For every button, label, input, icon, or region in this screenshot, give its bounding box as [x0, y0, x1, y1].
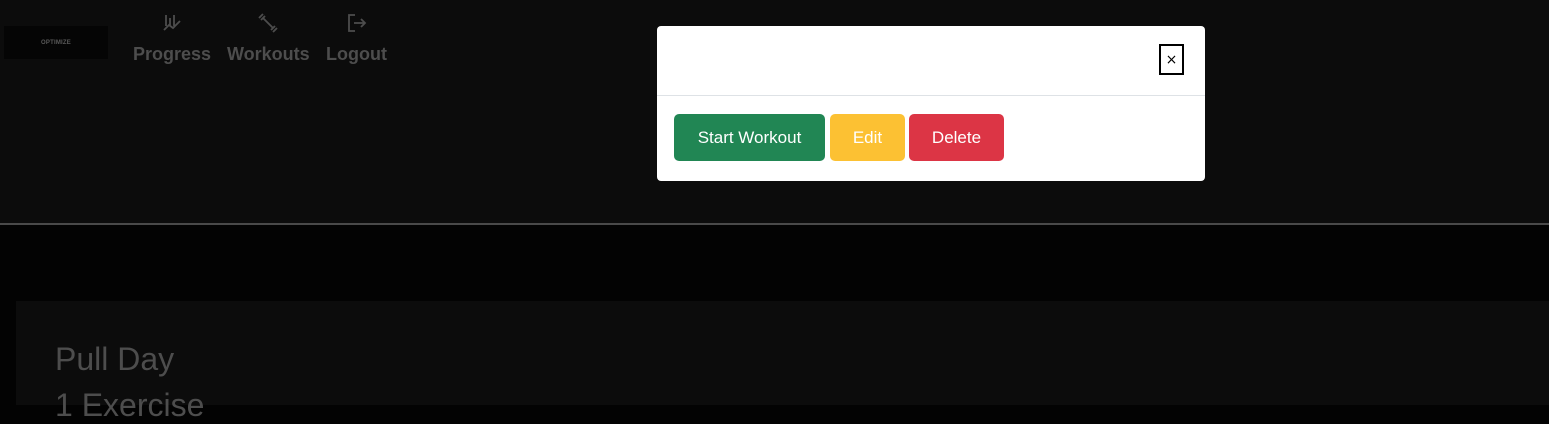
- start-workout-button[interactable]: Start Workout: [674, 114, 825, 161]
- close-button[interactable]: ×: [1159, 44, 1184, 75]
- workout-card[interactable]: Pull Day 1 Exercise: [16, 301, 1549, 423]
- app-logo[interactable]: OPTIMIZE: [4, 26, 108, 59]
- logo-text: OPTIMIZE: [41, 39, 71, 46]
- workout-options-modal: × Start Workout Edit Delete: [657, 26, 1205, 181]
- nav-item-progress[interactable]: Progress: [133, 10, 211, 65]
- nav-label-workouts: Workouts: [227, 44, 310, 64]
- chart-icon: [160, 10, 184, 36]
- logout-icon: [344, 10, 368, 36]
- nav-label-progress: Progress: [133, 44, 212, 64]
- nav-label-logout: Logout: [326, 44, 387, 64]
- modal-header: ×: [657, 26, 1205, 96]
- delete-button[interactable]: Delete: [909, 114, 1004, 161]
- exercise-count: 1 Exercise: [55, 387, 205, 423]
- dumbbell-icon: [256, 10, 280, 36]
- nav-item-workouts[interactable]: Workouts: [227, 10, 310, 65]
- workout-title: Pull Day: [55, 341, 175, 377]
- nav-item-logout[interactable]: Logout: [326, 10, 387, 65]
- edit-button[interactable]: Edit: [830, 114, 905, 161]
